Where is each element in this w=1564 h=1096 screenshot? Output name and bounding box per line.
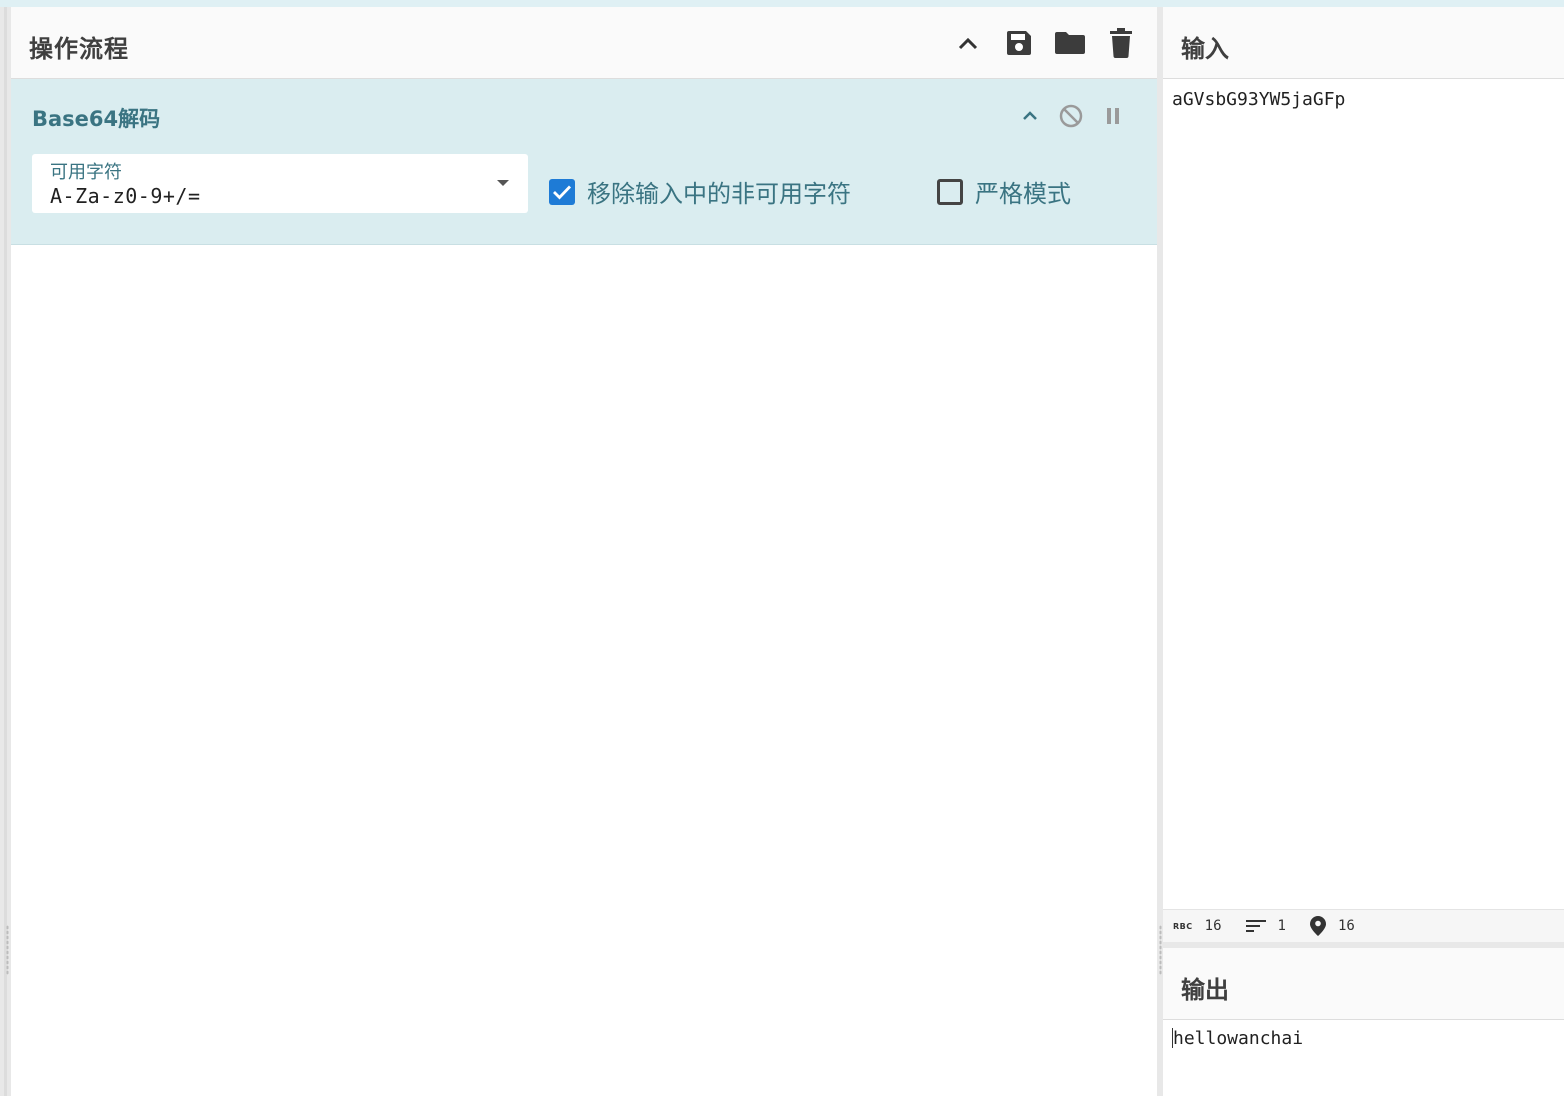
dropdown-caret-icon <box>497 180 509 186</box>
remove-non-alphabet-label: 移除输入中的非可用字符 <box>587 180 851 208</box>
operation-name: Base64解码 <box>32 107 161 131</box>
output-text-area[interactable]: hellowanchai <box>1172 1028 1303 1049</box>
left-resize-gutter[interactable] <box>0 7 11 1096</box>
output-title: 输出 <box>1181 976 1229 1004</box>
recipe-title: 操作流程 <box>29 35 129 63</box>
pause-icon <box>1107 108 1119 124</box>
save-icon <box>1007 31 1031 55</box>
disable-operation-button[interactable] <box>1054 99 1088 133</box>
disable-icon <box>1059 104 1083 128</box>
lines-icon <box>1245 920 1266 932</box>
output-pane: 输出 hellowanchai <box>1163 948 1564 1096</box>
length-value: 16 <box>1204 918 1222 934</box>
gutter-grip[interactable] <box>6 925 9 975</box>
alphabet-value: A-Za-z0-9+/= <box>50 184 201 208</box>
folder-icon <box>1055 32 1085 54</box>
alphabet-label: 可用字符 <box>50 162 122 183</box>
recipe-panel: 操作流程 Base64解码 可用字符 A-Za-z0-9+/= 移除输入中的非可… <box>11 7 1157 1096</box>
checkmark-icon <box>553 185 572 200</box>
input-status-bar: RBC 16 1 16 <box>1163 909 1564 943</box>
strict-mode-checkbox[interactable]: 严格模式 <box>937 174 1071 209</box>
alphabet-select[interactable]: 可用字符 A-Za-z0-9+/= <box>32 154 528 213</box>
recipe-header: 操作流程 <box>11 7 1157 79</box>
output-header: 输出 <box>1163 948 1564 1020</box>
divider-grip[interactable] <box>1159 925 1162 975</box>
length-stat: RBC 16 <box>1173 918 1222 934</box>
chevron-up-icon <box>1023 111 1037 120</box>
collapse-operation-button[interactable] <box>1013 99 1047 133</box>
clear-recipe-button[interactable] <box>1101 23 1141 63</box>
save-recipe-button[interactable] <box>999 23 1039 63</box>
strict-mode-label: 严格模式 <box>975 180 1071 208</box>
lines-value: 1 <box>1277 918 1286 934</box>
breakpoint-button[interactable] <box>1096 99 1130 133</box>
input-header: 输入 <box>1163 7 1564 79</box>
lines-stat: 1 <box>1245 918 1286 934</box>
remove-non-alphabet-checkbox[interactable]: 移除输入中的非可用字符 <box>549 174 851 209</box>
abc-icon: RBC <box>1173 921 1193 931</box>
location-pin-icon <box>1309 916 1326 936</box>
input-text-area[interactable]: aGVsbG93YW5jaGFp <box>1172 89 1345 110</box>
checkbox-unchecked[interactable] <box>937 178 963 205</box>
checkbox-checked[interactable] <box>549 178 575 205</box>
position-value: 16 <box>1337 918 1355 934</box>
output-text: hellowanchai <box>1173 1028 1304 1049</box>
top-strip <box>0 0 1564 7</box>
chevron-up-icon <box>958 37 978 50</box>
trash-icon <box>1110 28 1132 58</box>
input-title: 输入 <box>1181 35 1229 63</box>
load-recipe-button[interactable] <box>1050 23 1090 63</box>
input-pane: 输入 aGVsbG93YW5jaGFp <box>1163 7 1564 909</box>
position-stat: 16 <box>1309 916 1355 936</box>
collapse-all-button[interactable] <box>948 23 988 63</box>
operation-card[interactable]: Base64解码 可用字符 A-Za-z0-9+/= 移除输入中的非可用字符 严… <box>11 79 1157 245</box>
